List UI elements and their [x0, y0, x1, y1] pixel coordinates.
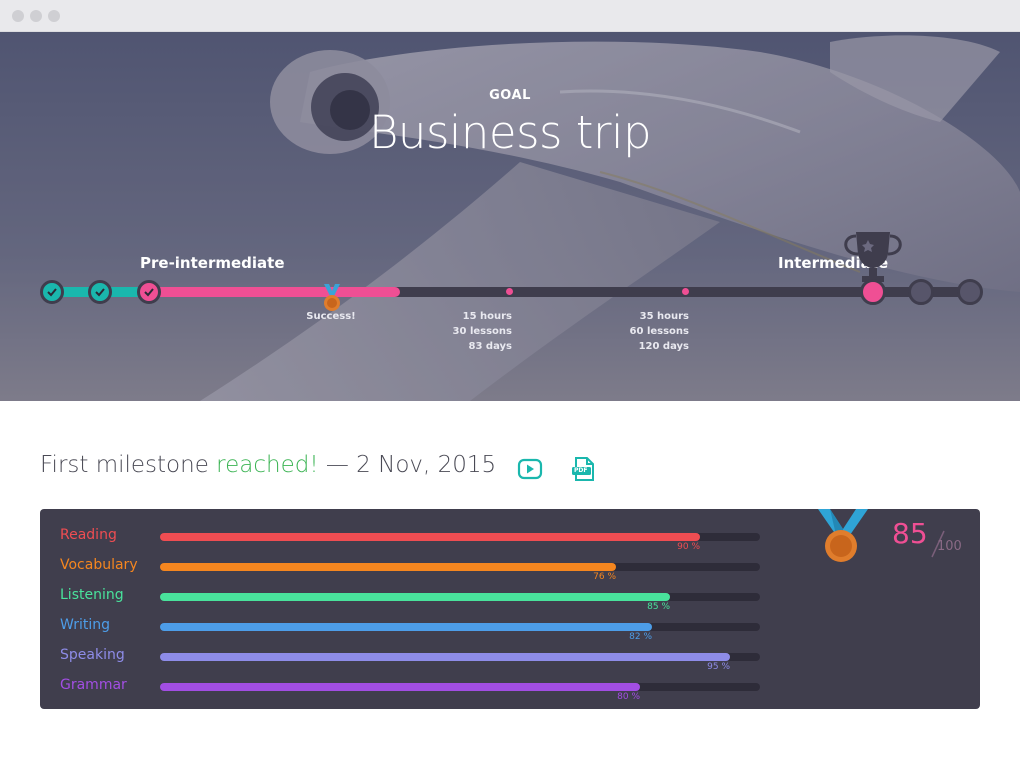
checkpoint-dot-b[interactable]	[682, 288, 689, 295]
skill-progress-fill	[160, 593, 670, 601]
goal-progress-fill-current	[149, 287, 400, 297]
goal-target-node[interactable]	[860, 279, 886, 305]
skill-progress-fill	[160, 623, 652, 631]
skill-name: Grammar	[60, 677, 127, 693]
play-video-icon[interactable]	[517, 456, 543, 482]
stat-days: 120 days	[638, 341, 689, 352]
success-label: Success!	[306, 311, 356, 322]
milestone-node-1[interactable]	[40, 280, 64, 304]
window-minimize-dot[interactable]	[30, 10, 42, 22]
stat-days: 83 days	[468, 341, 512, 352]
check-icon	[47, 288, 57, 297]
goal-title: Business trip	[368, 106, 652, 159]
skill-progress-track	[160, 563, 760, 571]
pdf-download-button[interactable]: PDF	[571, 456, 597, 482]
skill-progress-fill	[160, 653, 730, 661]
score-value: 85	[892, 517, 928, 550]
skill-percent-label: 80 %	[617, 692, 640, 702]
window-maximize-dot[interactable]	[48, 10, 60, 22]
checkpoint-a-stats: 15 hours 30 lessons 83 days	[432, 309, 512, 354]
milestone-node-2[interactable]	[88, 280, 112, 304]
skill-progress-fill	[160, 533, 700, 541]
skill-progress-fill	[160, 683, 640, 691]
skill-progress-track	[160, 593, 760, 601]
score-max: 100	[937, 539, 962, 554]
skill-row: Reading 90 %	[40, 511, 780, 552]
milestone-date: — 2 Nov, 2015	[318, 452, 497, 478]
window-titlebar	[0, 0, 1020, 32]
check-icon	[95, 288, 105, 297]
milestone-prefix: First milestone	[40, 452, 217, 478]
skill-row: Speaking 95 %	[40, 631, 780, 672]
stat-hours: 15 hours	[462, 311, 512, 322]
milestone-accent: reached!	[216, 452, 319, 478]
trophy-icon	[844, 232, 902, 282]
skill-progress-track	[160, 683, 760, 691]
medal-icon	[818, 509, 868, 562]
milestone-node-future-2[interactable]	[957, 279, 983, 305]
skill-row: Grammar 80 %	[40, 661, 780, 702]
skill-progress-track	[160, 653, 760, 661]
skill-progress-track	[160, 533, 760, 541]
window-close-dot[interactable]	[12, 10, 24, 22]
skill-progress-fill	[160, 563, 616, 571]
pdf-badge-text: PDF	[574, 467, 588, 474]
skills-panel: Reading 90 % Vocabulary 76 % Listening 85 % Wr…	[40, 509, 980, 709]
stat-lessons: 30 lessons	[452, 326, 512, 337]
skill-row: Listening 85 %	[40, 571, 780, 612]
checkpoint-b-stats: 35 hours 60 lessons 120 days	[609, 309, 689, 354]
milestone-node-future-1[interactable]	[908, 279, 934, 305]
level-start-label: Pre-intermediate	[140, 254, 285, 272]
goal-hero: GOAL Business trip Pre-intermediate Inte…	[0, 32, 1020, 401]
skill-row: Writing 82 %	[40, 601, 780, 642]
stat-hours: 35 hours	[639, 311, 689, 322]
goal-label: GOAL	[489, 88, 531, 103]
milestone-node-3[interactable]	[137, 280, 161, 304]
medal-icon[interactable]	[320, 284, 344, 312]
skill-row: Vocabulary 76 %	[40, 541, 780, 582]
skill-progress-track	[160, 623, 760, 631]
checkpoint-dot-a[interactable]	[506, 288, 513, 295]
check-icon	[144, 288, 154, 297]
milestone-heading: First milestone reached! — 2 Nov, 2015	[40, 452, 496, 478]
stat-lessons: 60 lessons	[629, 326, 689, 337]
